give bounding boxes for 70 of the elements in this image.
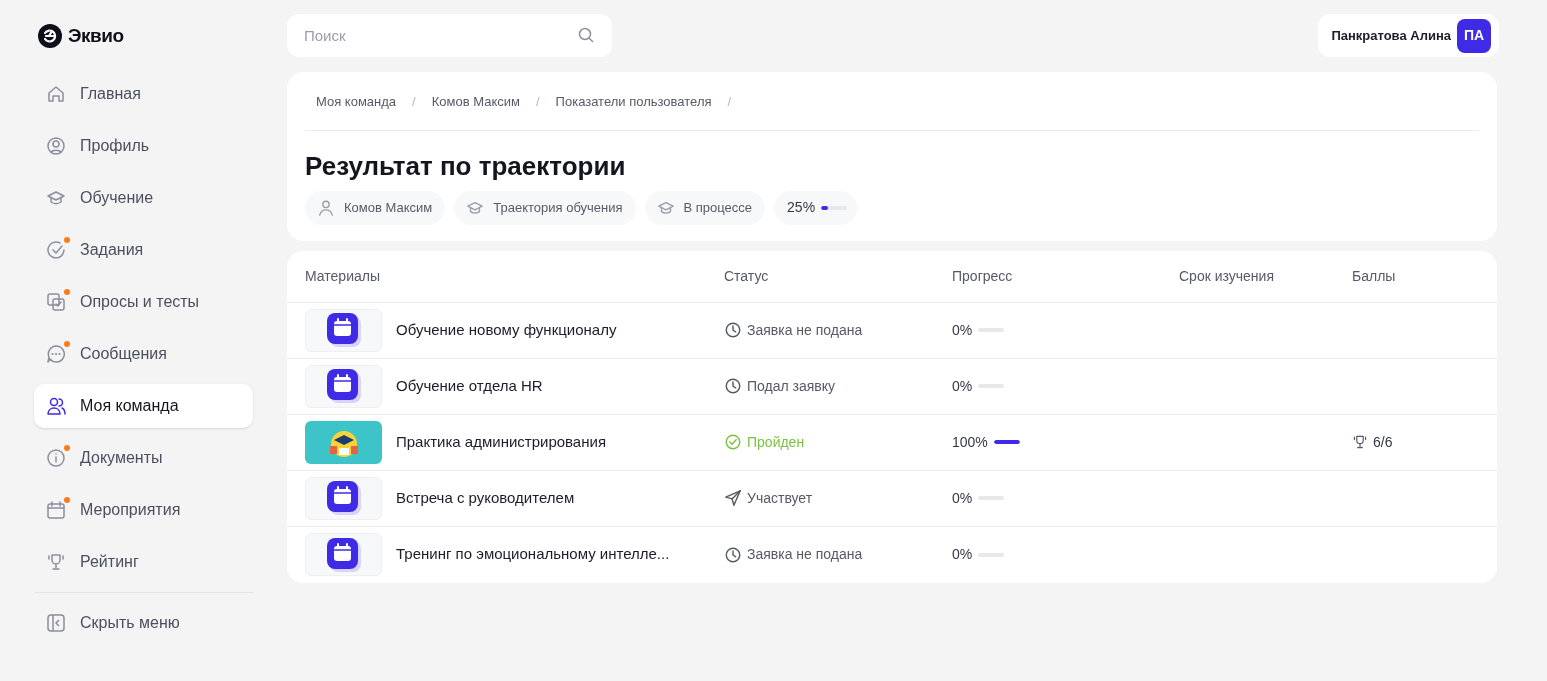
progress-value: 0%	[952, 376, 973, 396]
calendar-icon	[326, 369, 361, 403]
checklist-icon	[46, 292, 66, 312]
collapse-icon	[46, 613, 66, 633]
progress-value: 100%	[952, 432, 988, 452]
material-title[interactable]: Обучение новому функционалу	[396, 318, 617, 342]
trophy-icon	[1352, 434, 1368, 450]
sidebar-item[interactable]: Профиль	[34, 124, 253, 168]
column-header: Срок изучения	[1179, 266, 1275, 286]
info-chip: В процессе	[644, 190, 766, 225]
users-icon	[46, 396, 66, 416]
clock-icon	[724, 377, 742, 395]
user-avatar: ПА	[1457, 18, 1491, 53]
sidebar-item[interactable]: Сообщения	[34, 332, 253, 376]
progress-value: 0%	[952, 320, 973, 340]
search-icon	[577, 26, 595, 44]
home-icon	[46, 84, 66, 104]
sidebar-item[interactable]: Документы	[34, 436, 253, 480]
breadcrumb-link[interactable]: Показатели пользователя	[555, 92, 712, 112]
sidebar-item[interactable]: Опросы и тесты	[34, 280, 253, 324]
sidebar-item[interactable]: Главная	[34, 72, 253, 116]
sidebar-item[interactable]: Рейтинг	[34, 540, 253, 584]
material-title[interactable]: Тренинг по эмоциональному интелле...	[396, 543, 670, 566]
profile-icon	[46, 136, 66, 156]
score-value: 6/6	[1373, 432, 1393, 452]
info-chip: Комов Максим	[305, 190, 446, 225]
status-label: Заявка не подана	[747, 545, 863, 564]
user-menu[interactable]: Панкратова Алина ПА	[1318, 14, 1499, 57]
user-icon	[317, 198, 335, 217]
clock-icon	[724, 545, 742, 564]
check-circle-icon	[46, 240, 66, 260]
breadcrumb-link[interactable]: Моя команда	[316, 92, 397, 112]
column-header: Статус	[724, 266, 770, 286]
breadcrumb-separator: /	[412, 93, 416, 111]
status-label: Заявка не подана	[747, 320, 863, 340]
page-title: Результат по траектории	[305, 149, 627, 183]
info-chip: Траектория обучения	[454, 190, 636, 225]
material-title[interactable]: Обучение отдела HR	[396, 374, 543, 398]
calendar-icon	[326, 537, 361, 572]
info-icon	[46, 448, 66, 468]
clock-icon	[724, 321, 742, 339]
sidebar-item[interactable]: Задания	[34, 228, 253, 272]
progress-chip: 25%	[774, 190, 858, 225]
logo-text: Эквио	[68, 23, 124, 48]
trophy-icon	[46, 552, 66, 572]
logo-icon	[38, 24, 62, 48]
material-title[interactable]: Практика администрирования	[396, 430, 606, 454]
breadcrumb-separator: /	[727, 93, 732, 111]
breadcrumb-link[interactable]: Комов Максим	[431, 92, 520, 112]
sidebar-item[interactable]: Моя команда	[34, 384, 253, 428]
column-header: Прогресс	[952, 266, 1014, 286]
search-field[interactable]: Поиск	[287, 14, 612, 57]
progress-value: 0%	[952, 545, 973, 564]
column-header: Баллы	[1352, 266, 1397, 286]
collapse-menu-button[interactable]: Скрыть меню	[34, 601, 253, 645]
progress-value: 0%	[952, 488, 973, 508]
chat-icon	[46, 344, 66, 364]
status-label: Подал заявку	[747, 376, 836, 396]
status-label: Участвует	[747, 488, 813, 508]
status-label: Пройден	[747, 432, 805, 452]
calendar-icon	[46, 500, 66, 520]
check-circle-icon	[724, 433, 742, 451]
calendar-icon	[326, 481, 361, 515]
column-header: Материалы	[304, 266, 381, 286]
send-icon	[724, 489, 742, 507]
sidebar-item[interactable]: Мероприятия	[34, 488, 253, 532]
material-title[interactable]: Встреча с руководителем	[396, 486, 575, 510]
calendar-icon	[326, 313, 361, 347]
breadcrumb-separator: /	[535, 93, 540, 111]
sidebar-item[interactable]: Обучение	[34, 176, 253, 220]
